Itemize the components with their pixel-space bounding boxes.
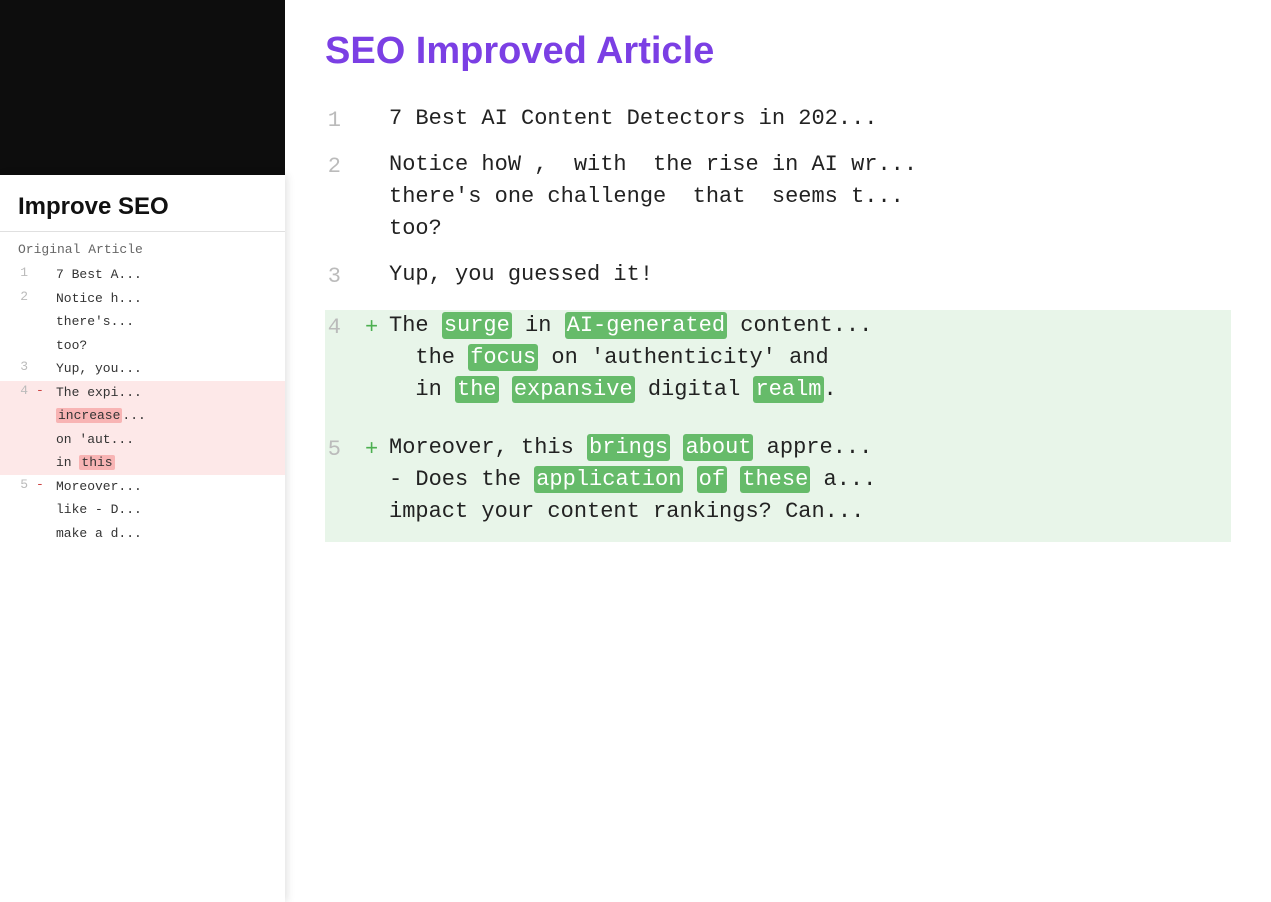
sidebar-text-4b: increase...: [56, 406, 273, 426]
row-text-2: Notice hoW , with the rise in AI wr... t…: [389, 149, 1231, 259]
sidebar-text-4c: on 'aut...: [56, 430, 273, 450]
sidebar-text-5b: like - D...: [56, 500, 273, 520]
row-5-line1: Moreover, this brings about appre...: [389, 432, 1231, 464]
sidebar-text-2: Notice h...: [56, 289, 273, 309]
diff-table: 1 7 Best AI Content Detectors in 202... …: [325, 103, 1231, 542]
sidebar-line-2: 2 Notice h...: [0, 287, 285, 311]
row-5-line2: - Does the application of these a...: [389, 464, 1231, 496]
hl-surge: surge: [442, 312, 512, 339]
sidebar-text-2b: there's...: [56, 312, 273, 332]
hl-about: about: [683, 434, 753, 461]
sidebar-line-4d: in this: [0, 451, 285, 475]
original-article-label: Original Article: [0, 232, 285, 263]
sidebar-line-4: 4 - The expi...: [0, 381, 285, 405]
hl-expansive: expansive: [512, 376, 635, 403]
hl-these: these: [740, 466, 810, 493]
sidebar-line-5c: make a d...: [0, 522, 285, 546]
row-marker-4: +: [365, 310, 389, 432]
sidebar-text-1: 7 Best A...: [56, 265, 273, 285]
sidebar-line-1: 1 7 Best A...: [0, 263, 285, 287]
sidebar-panel: Improve SEO Original Article 1 7 Best A.…: [0, 175, 285, 902]
hl-brings: brings: [587, 434, 670, 461]
sidebar-text-5: Moreover...: [56, 477, 273, 497]
row-2-line1: Notice hoW , with the rise in AI wr...: [389, 149, 1231, 181]
table-row-1: 1 7 Best AI Content Detectors in 202...: [325, 103, 1231, 149]
row-2-line2: there's one challenge that seems t...: [389, 181, 1231, 213]
hl-realm: realm: [753, 376, 823, 403]
sidebar-linenum-1: 1: [12, 265, 28, 280]
row-2-line3: too?: [389, 213, 1231, 245]
sidebar-header: Improve SEO: [0, 175, 285, 232]
row-4-line2: the focus on 'authenticity' and: [389, 342, 1231, 374]
sidebar-linenum-2: 2: [12, 289, 28, 304]
sidebar-line-5: 5 - Moreover...: [0, 475, 285, 499]
row-text-5: Moreover, this brings about appre... - D…: [389, 432, 1231, 542]
main-panel: SEO Improved Article 1 7 Best AI Content…: [285, 0, 1271, 902]
row-num-2: 2: [325, 149, 365, 259]
row-marker-3: [365, 259, 389, 311]
row-5-line3: impact your content rankings? Can...: [389, 496, 1231, 528]
sidebar-lines: 1 7 Best A... 2 Notice h... there's... t…: [0, 263, 285, 545]
row-4-line3: in the expansive digital realm.: [389, 374, 1231, 406]
row-marker-1: [365, 103, 389, 149]
row-4-line1: The surge in AI-generated content...: [389, 310, 1231, 342]
sidebar-line-5b: like - D...: [0, 498, 285, 522]
sidebar-line-4c: on 'aut...: [0, 428, 285, 452]
row-num-4: 4: [325, 310, 365, 432]
main-title: SEO Improved Article: [325, 30, 1231, 73]
dark-background: [0, 0, 285, 200]
sidebar-text-4d: in this: [56, 453, 273, 473]
sidebar-text-5c: make a d...: [56, 524, 273, 544]
row-marker-2: [365, 149, 389, 259]
row-text-4: The surge in AI-generated content... the…: [389, 310, 1231, 432]
row-num-1: 1: [325, 103, 365, 149]
sidebar-text-4: The expi...: [56, 383, 273, 403]
sidebar-marker-4: -: [36, 383, 48, 398]
table-row-5: 5 + Moreover, this brings about appre...…: [325, 432, 1231, 542]
hl-increased: increase: [56, 408, 122, 423]
hl-application: application: [534, 466, 683, 493]
sidebar-linenum-5: 5: [12, 477, 28, 492]
sidebar-linenum-3: 3: [12, 359, 28, 374]
table-row-2: 2 Notice hoW , with the rise in AI wr...…: [325, 149, 1231, 259]
sidebar-marker-5: -: [36, 477, 48, 492]
hl-of: of: [697, 466, 727, 493]
table-row-3: 3 Yup, you guessed it!: [325, 259, 1231, 311]
row-text-3: Yup, you guessed it!: [389, 259, 1231, 311]
row-marker-5: +: [365, 432, 389, 542]
row-num-3: 3: [325, 259, 365, 311]
sidebar-text-3: Yup, you...: [56, 359, 273, 379]
row-num-5: 5: [325, 432, 365, 542]
sidebar-line-2c: too?: [0, 334, 285, 358]
hl-focus: focus: [468, 344, 538, 371]
hl-the: the: [455, 376, 499, 403]
sidebar-line-3: 3 Yup, you...: [0, 357, 285, 381]
sidebar-line-2b: there's...: [0, 310, 285, 334]
row-text-1: 7 Best AI Content Detectors in 202...: [389, 103, 1231, 149]
table-row-4: 4 + The surge in AI-generated content...…: [325, 310, 1231, 432]
sidebar-linenum-4: 4: [12, 383, 28, 398]
hl-ai-generated: AI-generated: [565, 312, 727, 339]
sidebar-line-4b: increase...: [0, 404, 285, 428]
sidebar-text-2c: too?: [56, 336, 273, 356]
hl-this: this: [79, 455, 114, 470]
